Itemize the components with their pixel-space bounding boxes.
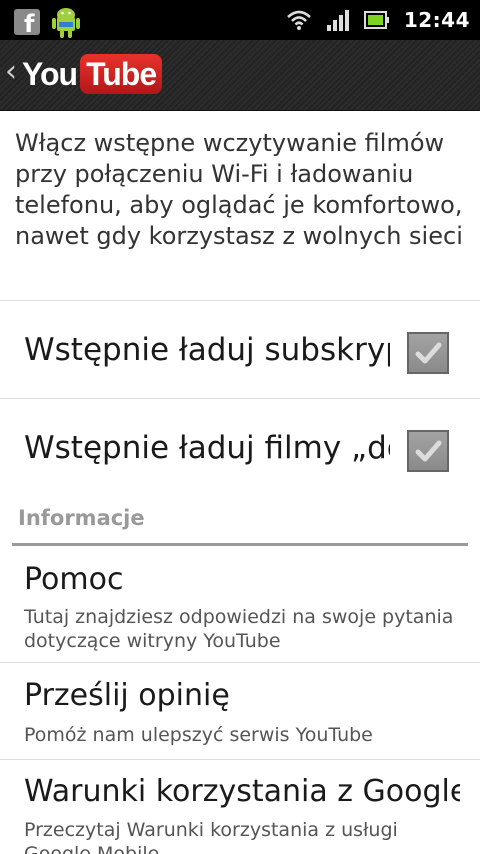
preload-watch-later-row[interactable]: Wstępnie ładuj filmy „do obejrzenia” [0,399,480,497]
send-feedback-item[interactable]: Prześlij opinię Pomóż nam ulepszyć serwi… [0,663,480,759]
section-divider [12,543,468,546]
signal-icon [326,10,349,31]
terms-subtitle: Przeczytaj Warunki korzystania z usługi … [24,819,398,854]
youtube-logo-tube: Tube [80,54,163,94]
app-title-bar: ‹ You Tube [0,40,480,111]
youtube-logo-you: You [22,55,78,92]
preload-subscriptions-row[interactable]: Wstępnie ładuj subskrypcje [0,301,480,399]
terms-of-service-item[interactable]: Warunki korzystania z Google Mobile Prze… [0,760,480,854]
battery-icon [363,11,389,29]
checkmark-icon [415,342,442,364]
help-title: Pomoc [24,562,124,597]
preload-subscriptions-checkbox[interactable] [407,332,449,374]
back-chevron-icon[interactable]: ‹ [5,54,17,89]
status-bar: f 12:44 [0,0,480,40]
preload-watch-later-label: Wstępnie ładuj filmy „do obejrzenia” [24,430,390,466]
checkmark-icon [415,440,442,462]
terms-title: Warunki korzystania z Google Mobile [24,774,460,809]
status-clock: 12:44 [403,8,470,32]
android-notification-icon [52,8,80,38]
youtube-logo[interactable]: You Tube [22,54,163,94]
section-header-informacje: Informacje [18,506,145,530]
send-feedback-title: Prześlij opinię [24,678,230,713]
send-feedback-subtitle: Pomóż nam ulepszyć serwis YouTube [24,724,373,746]
preload-subscriptions-label: Wstępnie ładuj subskrypcje [24,332,390,368]
preload-watch-later-checkbox[interactable] [407,430,449,472]
help-item[interactable]: Pomoc Tutaj znajdziesz odpowiedzi na swo… [0,548,480,662]
preload-description: Włącz wstępne wczytywanie filmów przy po… [15,129,463,250]
facebook-notification-icon: f [14,9,40,35]
wifi-icon [286,10,311,30]
help-subtitle: Tutaj znajdziesz odpowiedzi na swoje pyt… [24,606,454,652]
